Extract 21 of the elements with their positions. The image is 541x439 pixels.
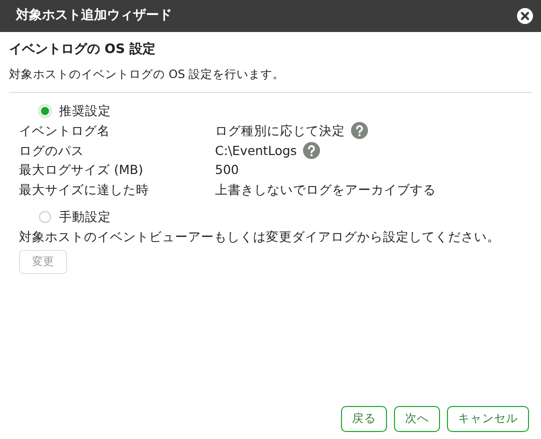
footer-button[interactable]: 次へ bbox=[394, 406, 440, 432]
radio-label: 手動設定 bbox=[59, 208, 111, 226]
help-icon[interactable] bbox=[302, 142, 320, 159]
instruction-text: 対象ホストのイベントビューアーもしくは変更ダイアログから設定してください。 bbox=[19, 228, 501, 246]
radio-button[interactable] bbox=[39, 211, 51, 223]
radio-label: 推奨設定 bbox=[59, 102, 111, 120]
help-icon[interactable] bbox=[351, 122, 368, 140]
description-text: 対象ホストのイベントログの OS 設定を行います。 bbox=[9, 66, 286, 82]
setting-value: 500 bbox=[215, 161, 239, 179]
setting-label: 最大ログサイズ (MB) bbox=[19, 161, 144, 179]
setting-label: ログのパス bbox=[19, 142, 85, 160]
setting-value: C:\EventLogs bbox=[215, 142, 297, 160]
footer-button[interactable]: 戻る bbox=[341, 406, 387, 432]
setting-label: 最大サイズに達した時 bbox=[19, 180, 150, 198]
close-icon[interactable] bbox=[517, 8, 533, 24]
section-heading: イベントログの OS 設定 bbox=[9, 40, 156, 59]
setting-label: イベントログ名 bbox=[19, 122, 111, 140]
footer-button[interactable]: キャンセル bbox=[447, 406, 529, 432]
window-title: 対象ホスト追加ウィザード bbox=[16, 6, 172, 26]
setting-value: ログ種別に応じて決定 bbox=[215, 122, 345, 140]
setting-value: 上書きしないでログをアーカイブする bbox=[215, 180, 436, 198]
